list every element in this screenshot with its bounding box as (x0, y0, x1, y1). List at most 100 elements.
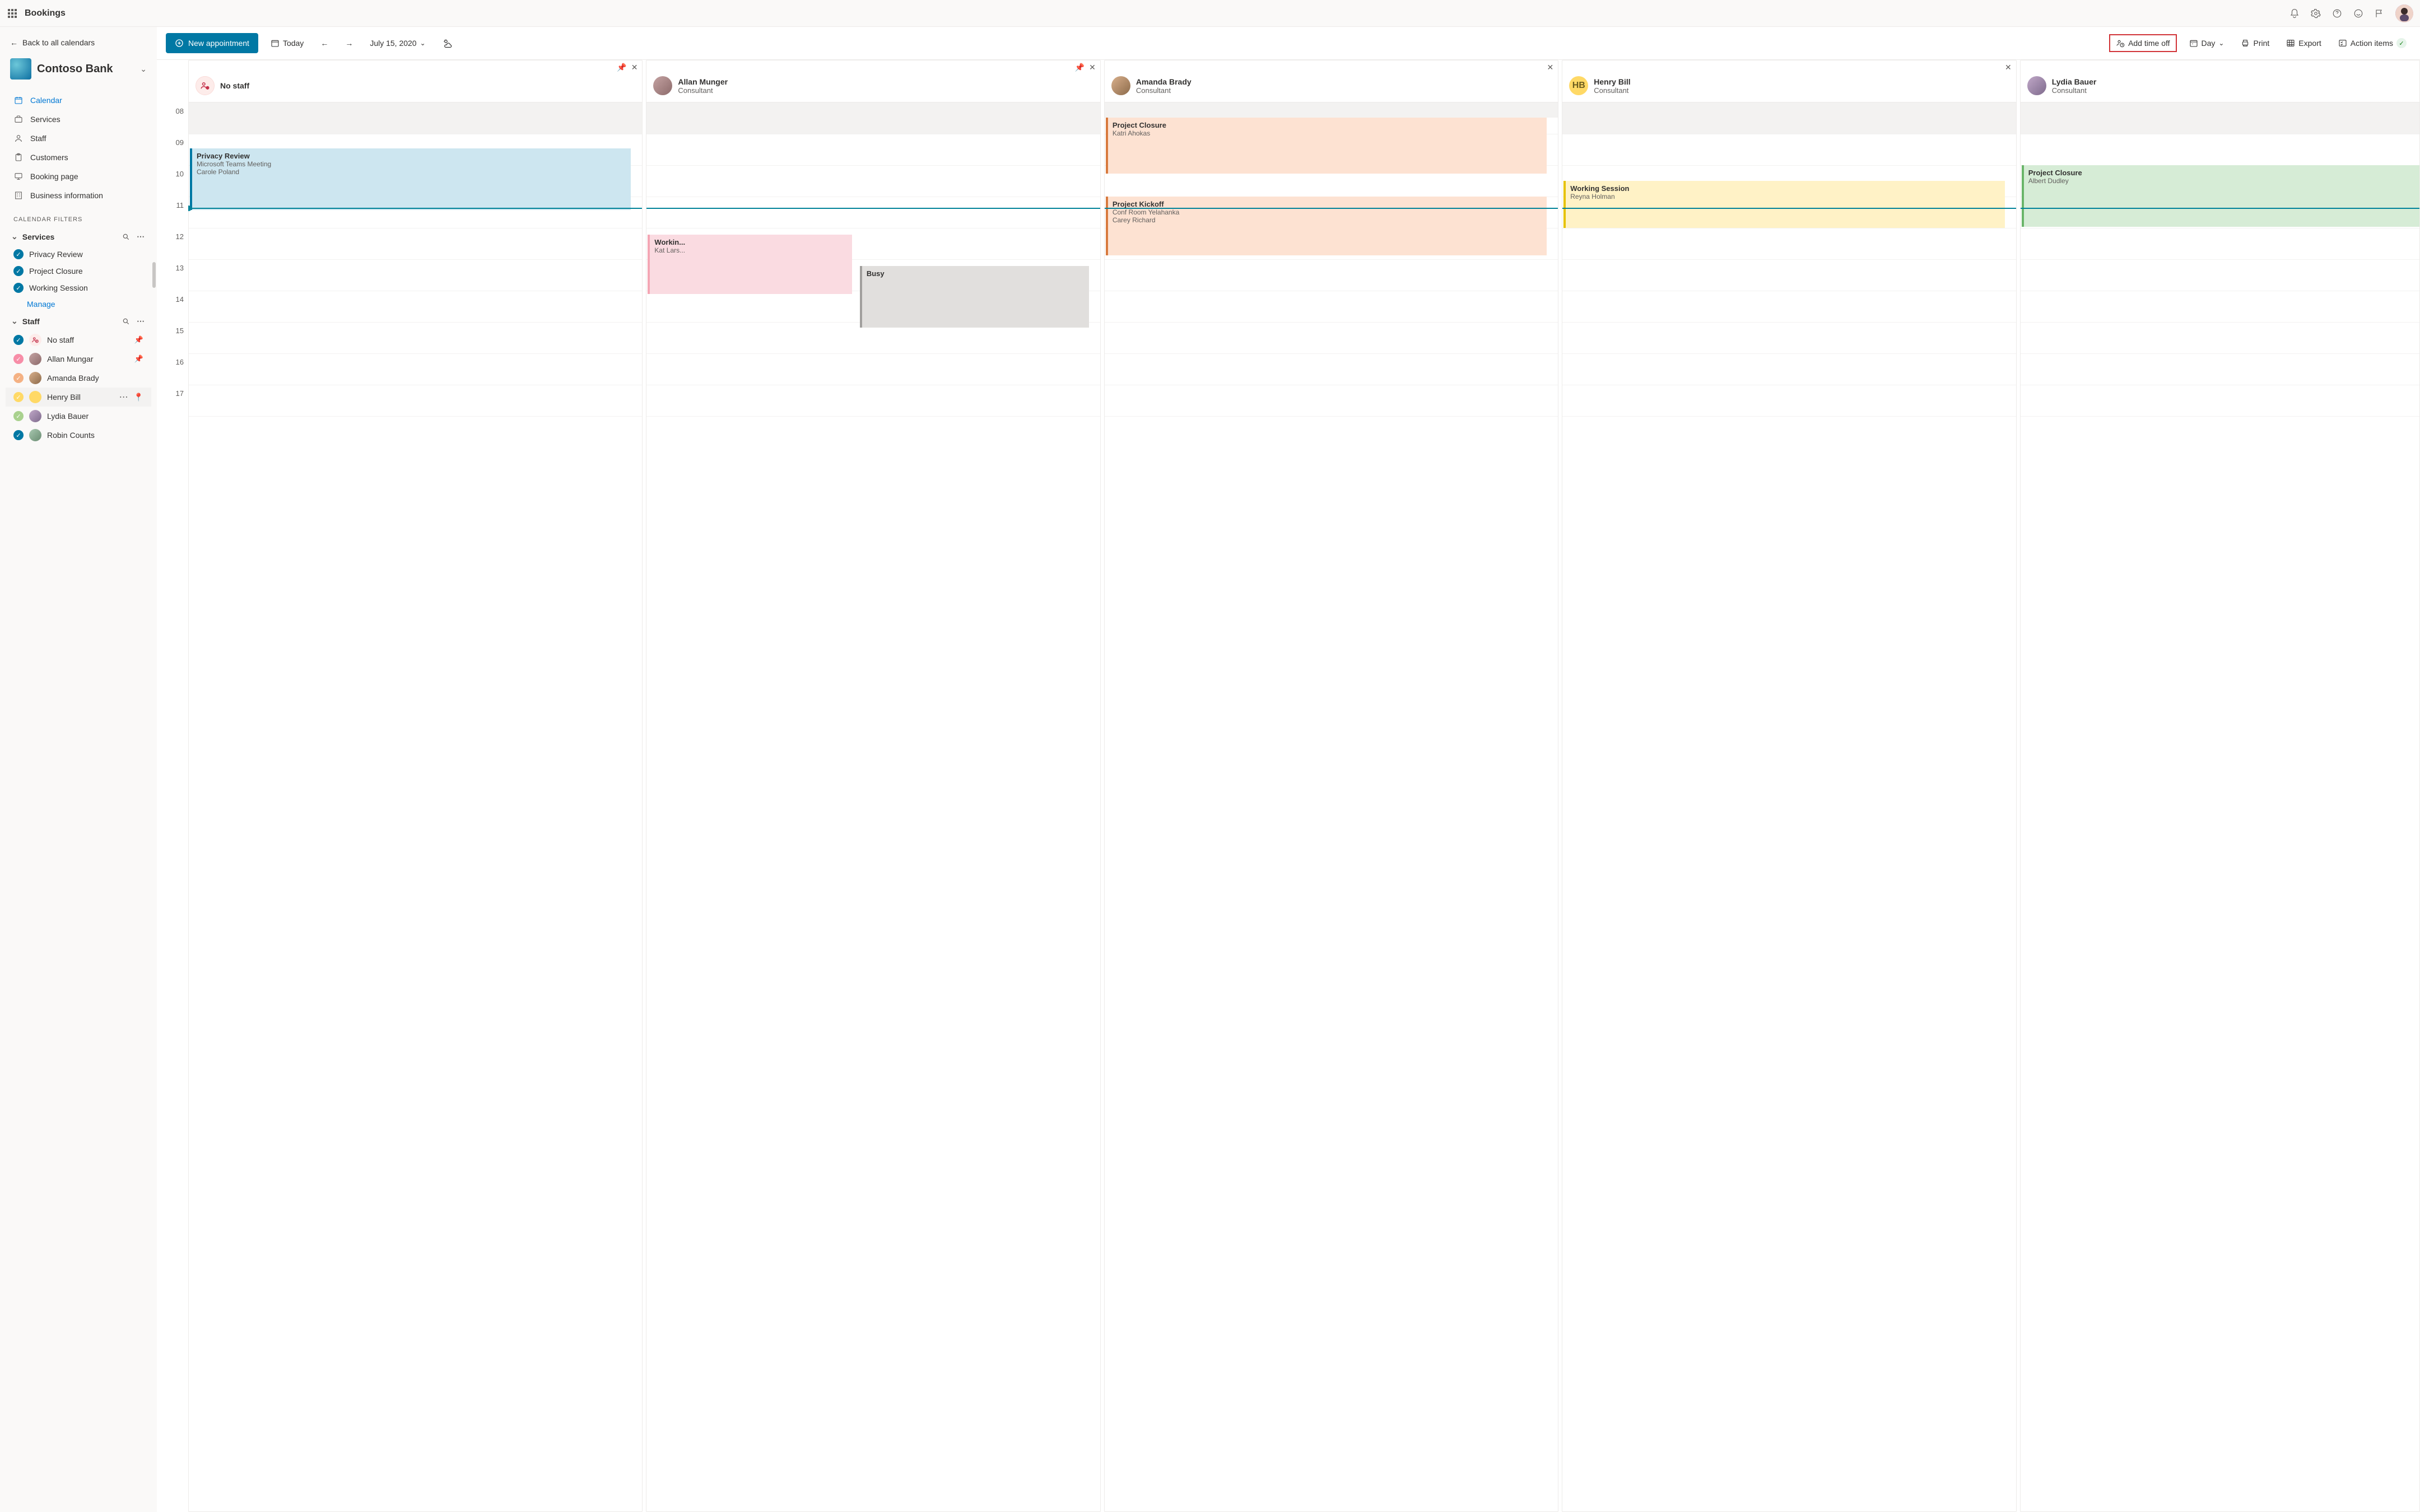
flag-icon[interactable] (2374, 8, 2385, 19)
services-filter-head[interactable]: ⌄ Services ⋯ (6, 227, 151, 246)
nostaff-icon: ? (196, 76, 215, 95)
back-to-calendars-link[interactable]: ← Back to all calendars (6, 35, 151, 50)
add-time-off-button[interactable]: Add time off (2109, 34, 2176, 52)
event-subtitle: Conf Room Yelahanka (1113, 208, 1542, 216)
staff-filter-lydia[interactable]: ✓ Lydia Bauer (6, 407, 151, 426)
service-filter-privacy[interactable]: ✓ Privacy Review (6, 246, 151, 263)
staff-role: Consultant (1136, 86, 1192, 95)
staff-column-lydia: Lydia Bauer Consultant Project Closure A… (2020, 60, 2420, 1512)
event-privacy-review[interactable]: Privacy Review Microsoft Teams Meeting C… (190, 148, 631, 210)
nav-label: Staff (30, 134, 46, 143)
help-icon[interactable] (2331, 8, 2343, 19)
pin-icon[interactable]: 📌 (1075, 63, 1085, 71)
avatar-icon (29, 410, 41, 422)
close-icon[interactable]: ✕ (1089, 63, 1096, 71)
event-project-closure[interactable]: Project Closure Katri Ahokas (1106, 118, 1547, 174)
nav-staff[interactable]: Staff (6, 129, 151, 148)
service-filter-closure[interactable]: ✓ Project Closure (6, 263, 151, 279)
person-clock-icon (2116, 39, 2125, 48)
action-items-button[interactable]: Action items ✓ (2334, 35, 2411, 52)
bell-icon[interactable] (2289, 8, 2300, 19)
export-button[interactable]: Export (2282, 35, 2325, 51)
column-body[interactable]: Workin... Kat Lars... Busy (646, 102, 1100, 1511)
person-icon (13, 134, 24, 143)
column-body[interactable]: Privacy Review Microsoft Teams Meeting C… (189, 102, 642, 1511)
event-subtitle: Reyna Holman (1570, 193, 2000, 200)
day-view-button[interactable]: Day ⌄ (2185, 35, 2229, 51)
check-dot-icon: ✓ (13, 373, 24, 383)
staff-head-label: Staff (22, 317, 117, 326)
business-header[interactable]: Contoso Bank ⌄ (6, 50, 151, 88)
nav-calendar[interactable]: Calendar (6, 91, 151, 110)
filter-label: Robin Counts (47, 431, 95, 440)
column-body[interactable]: Project Closure Katri Ahokas Project Kic… (1105, 102, 1558, 1511)
unavailable-block (1105, 102, 1558, 118)
nav-customers[interactable]: Customers (6, 148, 151, 167)
nav-business-info[interactable]: Business information (6, 186, 151, 205)
print-button[interactable]: Print (2236, 35, 2274, 51)
filters-title: CALENDAR FILTERS (6, 205, 151, 227)
more-icon[interactable]: ⋯ (119, 391, 128, 403)
user-avatar[interactable] (2395, 4, 2413, 22)
app-launcher-icon[interactable] (7, 8, 18, 19)
excel-icon (2286, 39, 2295, 48)
new-appointment-button[interactable]: New appointment (166, 33, 258, 53)
search-icon[interactable] (121, 232, 131, 242)
staff-filter-allan[interactable]: ✓ Allan Mungar 📌 (6, 349, 151, 368)
event-working[interactable]: Workin... Kat Lars... (648, 235, 851, 294)
staff-filter-amanda[interactable]: ✓ Amanda Brady (6, 368, 151, 388)
button-label: Print (2253, 39, 2269, 48)
more-icon[interactable]: ⋯ (136, 231, 146, 242)
button-label: Day (2202, 39, 2216, 48)
manage-services-link[interactable]: Manage (6, 296, 151, 312)
sidebar-scrollbar[interactable] (152, 262, 156, 288)
business-name: Contoso Bank (37, 63, 134, 76)
event-busy[interactable]: Busy (860, 266, 1089, 328)
pin-icon[interactable]: 📌 (134, 354, 143, 363)
button-label: Action items (2351, 39, 2393, 48)
pin-icon[interactable]: 📌 (617, 63, 626, 71)
staff-filter-head[interactable]: ⌄ Staff ⋯ (6, 312, 151, 330)
unavailable-block (646, 102, 1100, 134)
business-logo (10, 58, 31, 80)
date-label: July 15, 2020 (370, 39, 416, 48)
event-project-closure[interactable]: Project Closure Albert Dudley (2022, 165, 2419, 227)
column-body[interactable]: Project Closure Albert Dudley (2021, 102, 2419, 1511)
close-icon[interactable]: ✕ (631, 63, 638, 71)
main-area: New appointment Today ← → July 15, 2020 … (157, 27, 2420, 1512)
next-day-button[interactable]: → (341, 35, 357, 51)
event-subtitle: Kat Lars... (654, 246, 847, 254)
chevron-down-icon[interactable]: ⌄ (140, 64, 147, 74)
smiley-feedback-icon[interactable] (2353, 8, 2364, 19)
check-dot-icon: ✓ (13, 335, 24, 345)
staff-filter-nostaff[interactable]: ✓ No staff 📌 (6, 330, 151, 349)
event-project-kickoff[interactable]: Project Kickoff Conf Room Yelahanka Care… (1106, 197, 1547, 255)
button-label: Add time off (2128, 39, 2170, 48)
nav-booking-page[interactable]: Booking page (6, 167, 151, 186)
event-working-session[interactable]: Working Session Reyna Holman (1563, 181, 2004, 228)
event-title: Project Kickoff (1113, 200, 1542, 208)
close-icon[interactable]: ✕ (2005, 63, 2012, 71)
search-icon[interactable] (121, 316, 131, 326)
pin-outline-icon[interactable]: 📍 (134, 393, 143, 402)
staff-name: No staff (220, 81, 249, 90)
calendar-grid: 08 09 10 11 12 13 14 15 16 17 📌 (157, 59, 2420, 1512)
staff-filter-henry[interactable]: ✓ Henry Bill ⋯ 📍 (6, 388, 151, 407)
prev-day-button[interactable]: ← (316, 35, 333, 51)
nav-services[interactable]: Services (6, 110, 151, 129)
pin-icon[interactable]: 📌 (134, 335, 143, 344)
current-time-line (1562, 208, 2016, 209)
weather-button[interactable] (438, 35, 457, 52)
more-icon[interactable]: ⋯ (136, 315, 146, 327)
service-filter-working[interactable]: ✓ Working Session (6, 279, 151, 296)
hour-label: 10 (159, 170, 188, 201)
staff-filter-robin[interactable]: ✓ Robin Counts (6, 426, 151, 445)
settings-gear-icon[interactable] (2310, 8, 2321, 19)
svg-text:?: ? (207, 87, 208, 90)
date-picker-button[interactable]: July 15, 2020 ⌄ (365, 35, 430, 51)
today-button[interactable]: Today (266, 35, 308, 51)
event-title: Workin... (654, 238, 847, 246)
close-icon[interactable]: ✕ (1547, 63, 1554, 71)
nav-label: Booking page (30, 172, 78, 181)
column-body[interactable]: Working Session Reyna Holman (1562, 102, 2016, 1511)
